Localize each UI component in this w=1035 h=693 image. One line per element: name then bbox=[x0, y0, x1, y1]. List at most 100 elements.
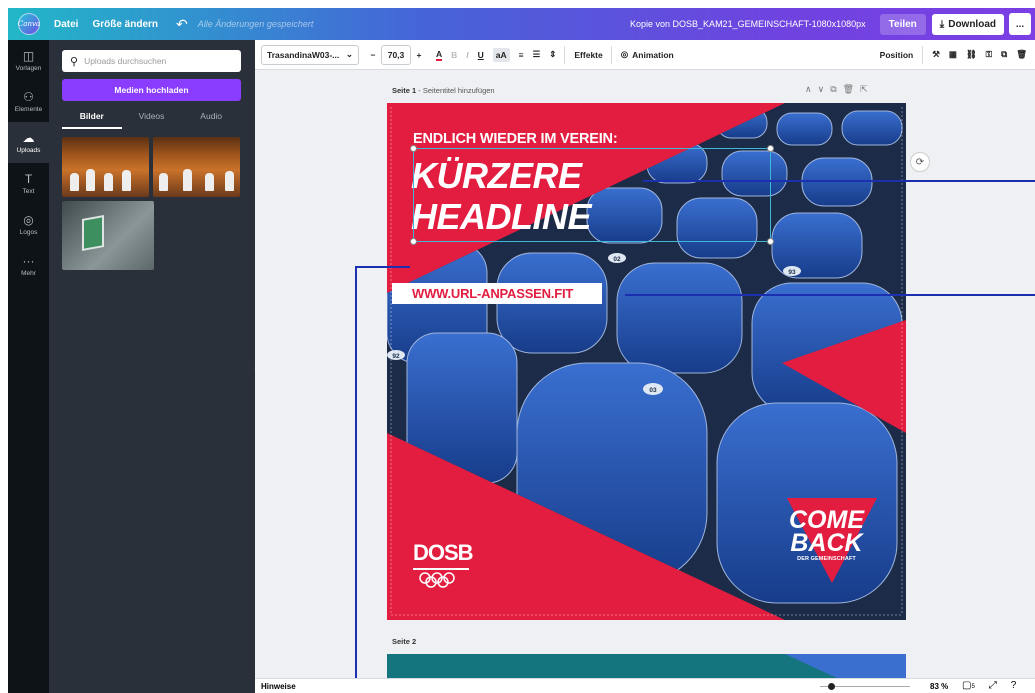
file-menu[interactable]: Datei bbox=[54, 19, 78, 30]
tab-audio[interactable]: Audio bbox=[181, 107, 241, 129]
page-label: Seite 1 bbox=[392, 86, 417, 95]
rail-label: Vorlagen bbox=[15, 64, 42, 72]
zoom-slider[interactable] bbox=[820, 683, 910, 690]
upload-media-button[interactable]: Medien hochladen bbox=[62, 79, 241, 101]
font-size-increase[interactable]: + bbox=[411, 50, 427, 60]
bottom-bar: Hinweise 83 % ▢5 ⤢ ? bbox=[255, 678, 1035, 693]
toolbar-right: Position ⚒ ▦ ⛓ ⚿ ⧉ 🗑 bbox=[880, 45, 1027, 64]
chevron-up-icon[interactable]: ∧ bbox=[805, 84, 818, 94]
chevron-down-icon[interactable]: ∨ bbox=[818, 84, 831, 94]
hints-button[interactable]: Hinweise bbox=[261, 682, 296, 691]
page-2-preview bbox=[785, 654, 906, 678]
design-page-2[interactable] bbox=[387, 654, 906, 678]
trash-icon[interactable]: 🗑 bbox=[1016, 49, 1027, 60]
list-icon[interactable]: ☰ bbox=[533, 49, 541, 60]
undo-icon[interactable]: ↶ bbox=[176, 16, 188, 33]
upload-thumbnail[interactable] bbox=[62, 201, 154, 270]
toolbar-divider bbox=[922, 45, 924, 64]
add-page-icon[interactable]: ⇱ bbox=[860, 84, 874, 94]
comment-icon[interactable]: ⟳ bbox=[910, 152, 930, 172]
transparency-icon[interactable]: ▦ bbox=[949, 49, 957, 60]
font-size-decrease[interactable]: − bbox=[365, 50, 381, 60]
save-status: Alle Änderungen gespeichert bbox=[197, 19, 314, 29]
seat-label: 93 bbox=[788, 269, 796, 276]
position-button[interactable]: Position bbox=[880, 50, 914, 60]
rail-item-more[interactable]: ··· Mehr bbox=[8, 245, 49, 286]
underline-icon[interactable]: U bbox=[478, 50, 484, 60]
upload-thumbnail[interactable] bbox=[62, 137, 149, 197]
paint-format-icon[interactable]: ⚒ bbox=[932, 49, 940, 60]
rail-label: Logos bbox=[19, 228, 38, 236]
seat-label: 03 bbox=[649, 387, 657, 394]
duplicate-page-icon[interactable]: ⧉ bbox=[830, 84, 842, 94]
italic-icon[interactable]: I bbox=[466, 50, 468, 60]
font-selector[interactable]: TrasandinaW03-... ⌄ bbox=[261, 44, 359, 65]
rail-item-uploads[interactable]: ☁ Uploads bbox=[8, 122, 49, 163]
headline-small[interactable]: ENDLICH WIEDER IM VEREIN: bbox=[413, 131, 618, 147]
resize-handle[interactable] bbox=[410, 238, 417, 245]
align-icon[interactable]: ≡ bbox=[519, 50, 524, 60]
chevron-down-icon: ⌄ bbox=[345, 49, 353, 59]
font-name: TrasandinaW03-... bbox=[267, 49, 340, 60]
page-header: Seite 1 - Seitentitel hinzufügen bbox=[392, 86, 495, 95]
document-title[interactable]: Kopie von DOSB_KAM21_GEMEINSCHAFT-1080x1… bbox=[630, 19, 866, 29]
font-size-input[interactable]: 70,3 bbox=[381, 44, 411, 65]
resize-handle[interactable] bbox=[767, 238, 774, 245]
comeback-line2: BACK bbox=[790, 529, 863, 557]
elements-icon: ⚇ bbox=[23, 89, 34, 104]
help-icon[interactable]: ? bbox=[1011, 680, 1017, 691]
page-count: 5 bbox=[971, 684, 975, 690]
case-icon[interactable]: aA bbox=[492, 47, 510, 62]
text-icon: T bbox=[24, 171, 33, 186]
bold-icon[interactable]: B bbox=[451, 50, 457, 60]
spacing-icon[interactable]: ⇕ bbox=[549, 49, 556, 60]
seat-label: 92 bbox=[392, 353, 400, 360]
fullscreen-icon[interactable]: ⤢ bbox=[989, 680, 997, 691]
rail-label: Uploads bbox=[16, 146, 41, 154]
tab-videos[interactable]: Videos bbox=[122, 107, 182, 129]
search-placeholder: Uploads durchsuchen bbox=[84, 56, 167, 66]
lock-icon[interactable]: ⚿ bbox=[986, 49, 992, 60]
zoom-level[interactable]: 83 % bbox=[930, 682, 948, 691]
animation-button[interactable]: Animation bbox=[632, 50, 674, 60]
canva-editor: Canva Datei Größe ändern ↶ Alle Änderung… bbox=[0, 0, 1035, 693]
resize-handle[interactable] bbox=[767, 145, 774, 152]
download-button[interactable]: ⤓ Download bbox=[931, 13, 1004, 35]
rail-label: Text bbox=[22, 187, 35, 195]
search-icon: ⚲ bbox=[70, 55, 79, 68]
rail-item-logos[interactable]: ◎ Logos bbox=[8, 204, 49, 245]
link-icon[interactable]: ⛓ bbox=[966, 49, 977, 60]
dosb-logo-text: DOSB bbox=[413, 540, 474, 565]
resize-button[interactable]: Größe ändern bbox=[92, 19, 158, 30]
guide-line bbox=[643, 180, 1035, 182]
url-text[interactable]: WWW.URL-ANPASSEN.FIT bbox=[392, 283, 602, 304]
font-size-stepper: − 70,3 + bbox=[365, 44, 427, 65]
selection-box[interactable] bbox=[410, 145, 774, 245]
canvas-area: TrasandinaW03-... ⌄ − 70,3 + A B I U aA ≡… bbox=[255, 40, 1035, 693]
delete-page-icon[interactable]: 🗑 bbox=[843, 84, 860, 94]
page-count-icon[interactable]: ▢5 bbox=[962, 680, 975, 691]
guide-line bbox=[355, 266, 357, 693]
rail-item-text[interactable]: T Text bbox=[8, 163, 49, 204]
logo-icon: ◎ bbox=[23, 212, 34, 227]
effects-button[interactable]: Effekte bbox=[574, 50, 602, 60]
bottom-icons: ▢5 ⤢ ? bbox=[962, 680, 1016, 691]
guide-line bbox=[355, 266, 410, 268]
share-button[interactable]: Teilen bbox=[879, 13, 926, 35]
resize-handle[interactable] bbox=[410, 145, 417, 152]
duplicate-icon[interactable]: ⧉ bbox=[1001, 49, 1007, 60]
text-toolbar: TrasandinaW03-... ⌄ − 70,3 + A B I U aA ≡… bbox=[255, 40, 1035, 70]
page-title-input[interactable]: Seitentitel hinzufügen bbox=[423, 86, 495, 95]
rail-item-templates[interactable]: ◫ Vorlagen bbox=[8, 40, 49, 81]
canva-logo[interactable]: Canva bbox=[18, 13, 40, 35]
page-controls: ∧∨⧉🗑⇱ bbox=[805, 84, 874, 95]
download-label: Download bbox=[948, 18, 996, 30]
search-input[interactable]: ⚲ Uploads durchsuchen bbox=[62, 50, 241, 72]
text-color-icon[interactable]: A bbox=[436, 49, 443, 61]
rail-item-elements[interactable]: ⚇ Elemente bbox=[8, 81, 49, 122]
more-options-button[interactable]: ... bbox=[1009, 13, 1031, 35]
dosb-logo: DOSB bbox=[413, 540, 474, 588]
tab-images[interactable]: Bilder bbox=[62, 107, 122, 129]
upload-thumbnail[interactable] bbox=[153, 137, 240, 197]
zoom-slider-handle[interactable] bbox=[828, 683, 836, 690]
